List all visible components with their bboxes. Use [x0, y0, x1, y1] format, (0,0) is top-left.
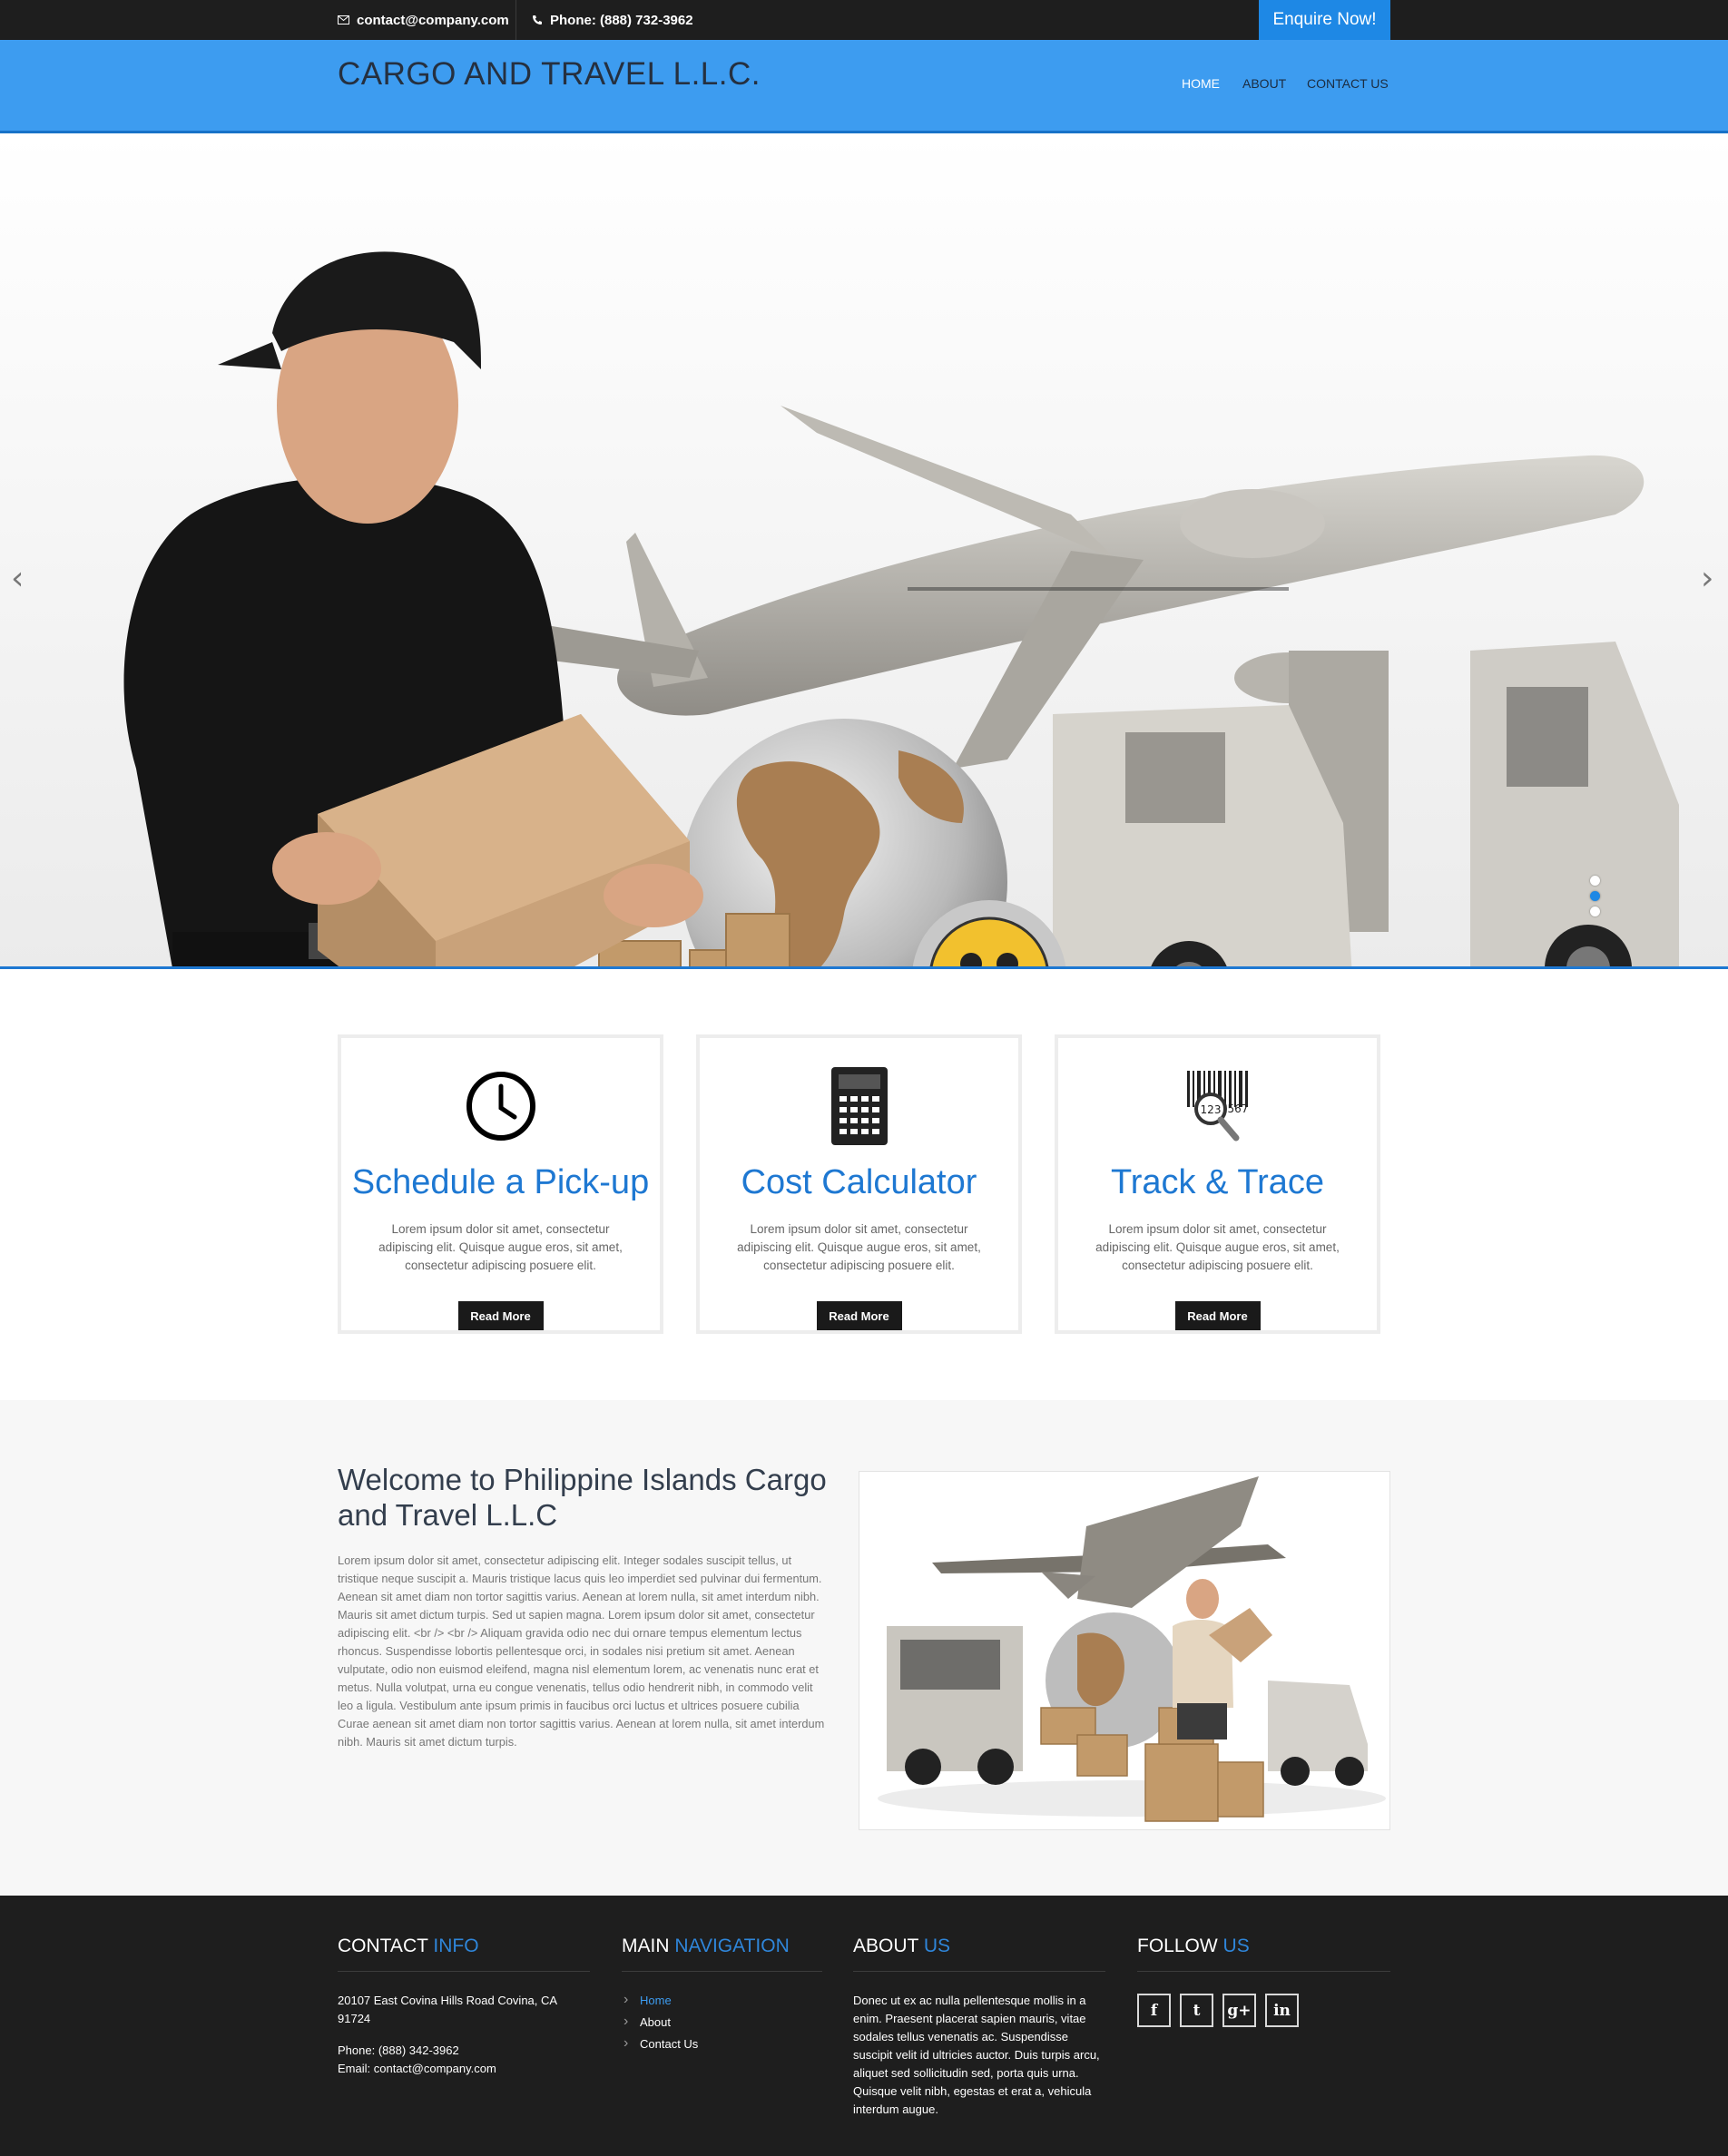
- footer-nav-contact-us[interactable]: Contact Us: [622, 2033, 822, 2055]
- footer-address: 20107 East Covina Hills Road Covina, CA …: [338, 1994, 557, 2025]
- enquire-now-button[interactable]: Enquire Now!: [1259, 0, 1390, 40]
- nav-about[interactable]: ABOUT: [1242, 76, 1286, 91]
- footer-email-label: Email:: [338, 2062, 371, 2075]
- footer-nav-list: Home About Contact Us: [622, 1989, 822, 2055]
- feature-boxes: Schedule a Pick-up Lorem ipsum dolor sit…: [338, 1034, 1381, 1334]
- social-links: f t g+ in: [1137, 1994, 1390, 2027]
- feature-cost-calculator: Cost Calculator Lorem ipsum dolor sit am…: [696, 1034, 1022, 1334]
- read-more-button[interactable]: Read More: [457, 1301, 544, 1330]
- footer-about-text: Donec ut ex ac nulla pellentesque mollis…: [853, 1994, 1100, 2116]
- slider-dot-1[interactable]: [1590, 876, 1600, 886]
- welcome-title: Welcome to Philippine Islands Cargo and …: [338, 1463, 827, 1532]
- footer-follow-title: FOLLOW US: [1137, 1936, 1390, 1972]
- top-phone-text: Phone: (888) 732-3962: [550, 12, 693, 28]
- site-header: CARGO AND TRAVEL L.L.C. HOME ABOUT CONTA…: [0, 40, 1728, 133]
- feature-text: Lorem ipsum dolor sit amet, consectetur …: [1095, 1222, 1340, 1272]
- google-plus-icon[interactable]: g+: [1222, 1994, 1256, 2027]
- nav-contact-us[interactable]: CONTACT US: [1307, 76, 1389, 91]
- slider-prev-arrow[interactable]: ‹: [11, 560, 24, 597]
- read-more-button[interactable]: Read More: [1174, 1301, 1261, 1330]
- footer-nav-home[interactable]: Home: [622, 1989, 822, 2012]
- footer-contact-title-main: CONTACT: [338, 1936, 428, 1956]
- nav-home[interactable]: HOME: [1182, 76, 1220, 91]
- footer-about-title-hl: US: [923, 1936, 950, 1956]
- slider-dot-3[interactable]: [1590, 906, 1600, 916]
- facebook-icon[interactable]: f: [1137, 1994, 1171, 2027]
- top-phone: Phone: (888) 732-3962: [532, 0, 693, 40]
- footer-follow-us: FOLLOW US f t g+ in: [1137, 1936, 1390, 2027]
- feature-title: Track & Trace: [1110, 1163, 1325, 1201]
- footer-contact-title: CONTACT INFO: [338, 1936, 590, 1972]
- feature-title: Cost Calculator: [741, 1163, 977, 1201]
- footer-about-title: ABOUT US: [853, 1936, 1105, 1972]
- footer-follow-title-hl: US: [1222, 1936, 1250, 1956]
- hero-image: [0, 133, 1728, 966]
- top-email-text: contact@company.com: [357, 12, 509, 28]
- footer-nav-title: MAIN NAVIGATION: [622, 1936, 822, 1972]
- svg-text:567: 567: [1227, 1102, 1248, 1115]
- svg-text:123: 123: [1200, 1103, 1221, 1116]
- footer-nav-title-main: MAIN: [622, 1936, 670, 1956]
- linkedin-icon[interactable]: in: [1265, 1994, 1299, 2027]
- site-logo[interactable]: CARGO AND TRAVEL L.L.C.: [338, 56, 761, 93]
- calculator-icon: [700, 1065, 1018, 1147]
- envelope-icon: [338, 15, 349, 24]
- phone-icon: [533, 15, 542, 24]
- footer-email-link[interactable]: contact@company.com: [374, 2062, 496, 2075]
- read-more-button[interactable]: Read More: [816, 1301, 902, 1330]
- welcome-image: [859, 1471, 1390, 1830]
- slider-dots: [1590, 876, 1601, 922]
- footer-nav-about[interactable]: About: [622, 2011, 822, 2034]
- welcome-section: Welcome to Philippine Islands Cargo and …: [0, 1400, 1728, 1896]
- feature-schedule-pickup: Schedule a Pick-up Lorem ipsum dolor sit…: [338, 1034, 663, 1334]
- slider-dot-2[interactable]: [1590, 891, 1600, 901]
- footer-main-navigation: MAIN NAVIGATION Home About Contact Us: [622, 1936, 822, 2055]
- top-divider: [515, 0, 516, 40]
- footer-follow-title-main: FOLLOW: [1137, 1936, 1218, 1956]
- top-bar: contact@company.com Phone: (888) 732-396…: [0, 0, 1728, 40]
- twitter-icon[interactable]: t: [1180, 1994, 1213, 2027]
- barcode-search-icon: 123 567: [1058, 1065, 1377, 1147]
- hero-slider: ‹ ›: [0, 133, 1728, 969]
- footer-phone: Phone: (888) 342-3962: [338, 2043, 459, 2057]
- top-email[interactable]: contact@company.com: [338, 0, 509, 40]
- feature-text: Lorem ipsum dolor sit amet, consectetur …: [378, 1222, 623, 1272]
- feature-title: Schedule a Pick-up: [351, 1163, 650, 1201]
- footer-nav-title-hl: NAVIGATION: [674, 1936, 790, 1956]
- feature-track-trace: 123 567 Track & Trace Lorem ipsum dolor s…: [1055, 1034, 1380, 1334]
- slider-next-arrow[interactable]: ›: [1701, 560, 1713, 597]
- footer-email-row: Email: contact@company.com: [338, 2060, 590, 2078]
- site-footer: CONTACT INFO 20107 East Covina Hills Roa…: [0, 1896, 1728, 2156]
- footer-contact-title-hl: INFO: [433, 1936, 479, 1956]
- feature-text: Lorem ipsum dolor sit amet, consectetur …: [737, 1222, 981, 1272]
- footer-about-title-main: ABOUT: [853, 1936, 918, 1956]
- footer-contact-info: CONTACT INFO 20107 East Covina Hills Roa…: [338, 1936, 590, 2078]
- welcome-body: Lorem ipsum dolor sit amet, consectetur …: [338, 1553, 825, 1749]
- footer-about-us: ABOUT US Donec ut ex ac nulla pellentesq…: [853, 1936, 1105, 2119]
- clock-icon: [341, 1065, 660, 1147]
